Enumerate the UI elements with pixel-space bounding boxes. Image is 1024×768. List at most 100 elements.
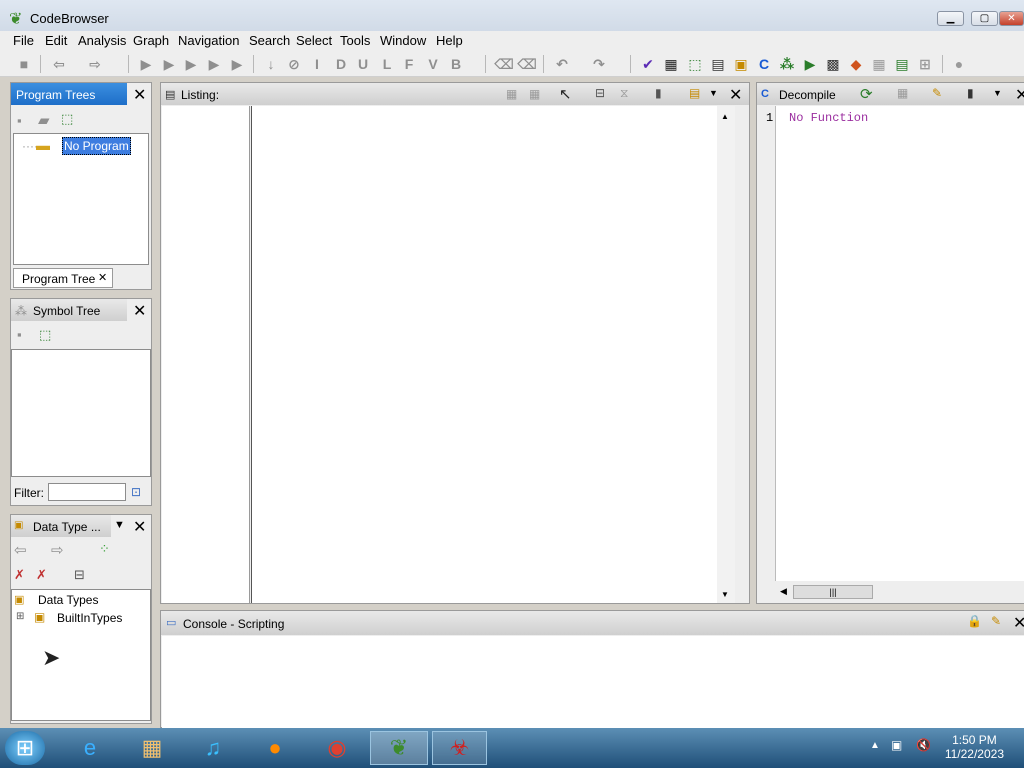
v-icon[interactable]: V <box>424 55 442 73</box>
back-icon[interactable]: ⇦ <box>14 541 27 559</box>
close-icon[interactable]: ✕ <box>133 301 146 321</box>
forward-icon[interactable]: ⇨ <box>86 55 104 73</box>
menu-navigation[interactable]: Navigation <box>178 33 239 48</box>
snapshot-icon[interactable]: ▮ <box>967 86 974 100</box>
f-icon[interactable]: F <box>400 55 418 73</box>
clock[interactable]: 1:50 PM 11/22/2023 <box>945 733 1004 761</box>
close-icon[interactable]: ✕ <box>133 517 146 537</box>
script-icon[interactable]: ▤ <box>893 55 911 73</box>
nav-func-icon[interactable]: ▶ <box>182 55 200 73</box>
scroll-left-icon[interactable]: ◀ <box>780 586 787 597</box>
firefox-icon[interactable]: ● <box>250 731 300 765</box>
edit-icon[interactable]: ✎ <box>932 86 942 100</box>
music-icon[interactable]: ♫ <box>188 731 238 765</box>
close-icon[interactable]: ✕ <box>133 85 146 105</box>
save-icon[interactable]: ■ <box>15 55 33 73</box>
lock-icon[interactable]: 🔒 <box>967 614 982 628</box>
diff-icon[interactable]: ⧖ <box>620 86 628 101</box>
start-button[interactable]: ⊞ <box>5 731 45 765</box>
down-arrow-icon[interactable]: ↓ <box>262 55 280 73</box>
stop-icon[interactable]: ⊘ <box>285 55 303 73</box>
decompile-hscrollbar[interactable]: ◀ ||| <box>775 583 1024 601</box>
filter-options-icon[interactable]: ⊡ <box>131 485 141 499</box>
close-icon[interactable]: ✕ <box>1013 613 1024 633</box>
menu-window[interactable]: Window <box>380 33 426 48</box>
options-icon[interactable]: ▤ <box>689 86 700 100</box>
field-edit-icon[interactable]: ⊟ <box>595 86 605 100</box>
table-icon[interactable]: ▦ <box>870 55 888 73</box>
nav-undef-icon[interactable]: ▶ <box>228 55 246 73</box>
copy-icon[interactable]: ▦ <box>897 86 908 100</box>
menu-analysis[interactable]: Analysis <box>78 33 126 48</box>
copy-icon[interactable]: ▦ <box>506 87 517 101</box>
diamond-icon[interactable]: ◆ <box>847 55 865 73</box>
menu-search[interactable]: Search <box>249 33 290 48</box>
internet-explorer-icon[interactable]: e <box>65 731 115 765</box>
folder-icon[interactable]: ▰ <box>38 111 50 129</box>
graph-icon[interactable]: ⁂ <box>778 55 796 73</box>
ghidra-dragon-taskbar-icon[interactable]: ☣ <box>432 731 487 765</box>
chevron-down-icon[interactable]: ▼ <box>114 519 125 531</box>
clear-flow-icon[interactable]: ⌫ <box>517 55 537 73</box>
cursor-select-icon[interactable]: ↖ <box>559 85 572 103</box>
scroll-up-icon[interactable]: ▲ <box>721 112 729 121</box>
menu-tools[interactable]: Tools <box>340 33 370 48</box>
forward-icon[interactable]: ⇨ <box>51 541 64 559</box>
chevron-down-icon[interactable]: ▼ <box>709 88 718 98</box>
listing-scrollbar[interactable]: ▲ ▼ <box>717 106 735 603</box>
tree-node-no-program[interactable]: No Program <box>62 137 131 155</box>
chevron-down-icon[interactable]: ▼ <box>993 88 1002 98</box>
volume-muted-icon[interactable]: 🔇 <box>916 738 931 752</box>
decompiler-icon[interactable]: C <box>755 55 773 73</box>
menu-edit[interactable]: Edit <box>45 33 67 48</box>
memory-icon[interactable]: ▣ <box>732 55 750 73</box>
tree-export-icon[interactable]: ⬚ <box>61 111 73 127</box>
filter-input[interactable] <box>48 483 126 501</box>
nav-data-icon[interactable]: ▶ <box>137 55 155 73</box>
decompile-view[interactable]: No Function <box>775 106 1024 581</box>
console-view[interactable] <box>162 636 1024 728</box>
close-icon[interactable]: ✕ <box>98 271 107 284</box>
close-icon[interactable]: ✕ <box>729 85 742 105</box>
nav-instr-icon[interactable]: ▶ <box>160 55 178 73</box>
help-icon[interactable]: ● <box>950 55 968 73</box>
open-tree-icon[interactable]: ▪ <box>17 113 22 128</box>
collapse-all-icon[interactable]: ⊟ <box>74 567 85 583</box>
i-icon[interactable]: I <box>308 55 326 73</box>
bytes-icon[interactable]: ▦ <box>662 55 680 73</box>
show-hidden-icons-icon[interactable]: ▲ <box>870 740 880 751</box>
redo-icon[interactable]: ↷ <box>590 55 608 73</box>
scroll-down-icon[interactable]: ▼ <box>721 590 729 599</box>
d-icon[interactable]: D <box>332 55 350 73</box>
archive-app-icon[interactable]: ▦ <box>127 731 177 765</box>
tree-node-builtin-types[interactable]: BuiltInTypes <box>57 611 122 625</box>
filter-arrays-icon[interactable]: ✗ <box>36 567 47 583</box>
ghidra-taskbar-icon[interactable]: ❦ <box>370 731 428 765</box>
filter-defs-icon[interactable]: ✗ <box>14 567 25 583</box>
undo-icon[interactable]: ↶ <box>553 55 571 73</box>
symbol-create-icon[interactable]: ▪ <box>17 327 22 342</box>
chrome-icon[interactable]: ◉ <box>312 731 362 765</box>
nav-label-icon[interactable]: ▶ <box>205 55 223 73</box>
snapshot-icon[interactable]: ▮ <box>655 86 662 100</box>
maximize-button[interactable]: ▢ <box>971 11 998 26</box>
network-tray-icon[interactable]: ▣ <box>891 738 902 752</box>
network-icon[interactable]: ⊞ <box>916 55 934 73</box>
check-icon[interactable]: ✔ <box>639 55 657 73</box>
symbol-export-icon[interactable]: ⬚ <box>39 327 51 343</box>
listing-view[interactable] <box>251 106 717 603</box>
archive-icon[interactable]: ⁘ <box>99 541 110 557</box>
back-icon[interactable]: ⇦ <box>50 55 68 73</box>
tree-node-data-types[interactable]: Data Types <box>38 593 98 607</box>
minimize-button[interactable]: ▁ <box>937 11 964 26</box>
menu-select[interactable]: Select <box>296 33 332 48</box>
paste-icon[interactable]: ▦ <box>529 87 540 101</box>
export-icon[interactable]: ⬚ <box>686 55 704 73</box>
scroll-thumb[interactable]: ||| <box>793 585 873 599</box>
menu-file[interactable]: File <box>13 33 34 48</box>
u-icon[interactable]: U <box>354 55 372 73</box>
tab-program-tree[interactable]: Program Tree ✕ <box>13 268 113 288</box>
menu-graph[interactable]: Graph <box>133 33 169 48</box>
clear-icon[interactable]: ⌫ <box>494 55 514 73</box>
chip-icon[interactable]: ▩ <box>824 55 842 73</box>
